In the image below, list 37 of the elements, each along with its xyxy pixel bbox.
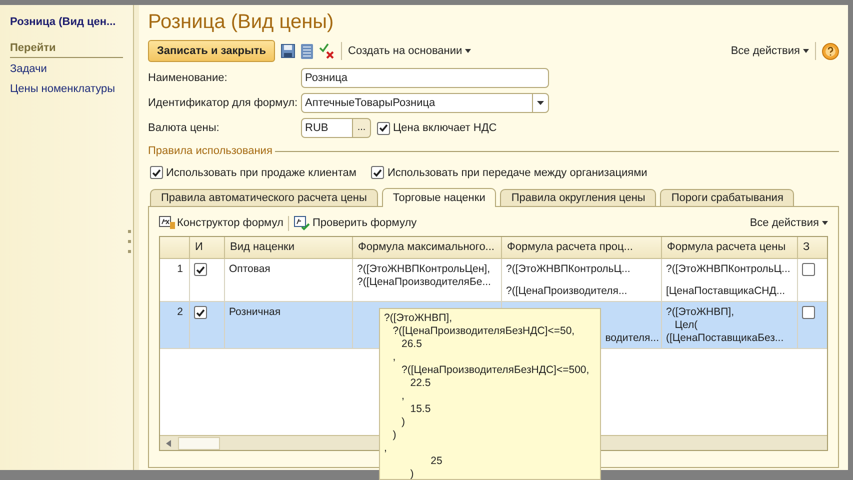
tooltip-line: ?([ЦенаПроизводителяБезНДС]<=50, [392,325,576,338]
formula-line: водителя... [605,332,659,345]
formula-line: [ЦенаПоставщикаСНД... [666,285,786,298]
tooltip-line: 25 [430,455,444,468]
tooltip-line: 26.5 [400,338,423,351]
tooltip-line: 15.5 [409,403,432,416]
tooltip-line: ?([ЭтоЖНВП], [384,312,453,325]
formula-line: ?([ЭтоЖНВПКонтрольЦ... [666,263,790,276]
tooltip-line: , [400,390,406,403]
formula-line: Цел( [674,319,698,332]
tooltip-line: , [384,442,388,455]
formula-line: ?([ЭтоЖНВПКонтрольЦ... [506,263,630,276]
sidebar-title: Розница (Вид цен... [10,15,117,30]
tooltip-line: ) [392,429,398,442]
field-label: Идентификатор для формул: [148,96,299,111]
formula-line: ?([ЦенаПроизводителя... [506,285,628,298]
tooltip-line: , [392,351,397,364]
field-label: Валюта цены: [148,120,220,136]
tooltip-line: 22.5 [409,377,432,390]
table-cell: Оптовая [229,263,270,275]
row-number: 1 [177,263,183,275]
section-heading: Перейти [10,40,124,58]
formula-line: ?([ЭтоЖНВП], [666,306,734,319]
row-number: 2 [177,306,183,318]
checkbox-label: Использовать при продаже клиентам [166,166,356,180]
tooltip-line: ) [400,416,406,429]
tooltip-line: ?([ЦенаПроизводителяБезНДС]<=500, [400,364,590,377]
formula-line: ?([ЦенаПроизводителяБе... [357,276,491,289]
checkbox-label: Цена включает НДС [393,120,497,136]
form-title: Розница (Вид цены) [148,10,334,35]
checkbox-label: Использовать при передаче между организациями [387,166,648,180]
table-cell: Розничная [229,306,281,318]
tooltip-line: ) [409,468,415,479]
group-title: Правила использования [148,144,272,159]
formula-line: ?([ЭтоЖНВПКонтрольЦен], [357,263,490,276]
formula-line: ([ЦенаПоставщикаБез... [666,332,784,345]
field-label: Наименование: [148,70,228,86]
